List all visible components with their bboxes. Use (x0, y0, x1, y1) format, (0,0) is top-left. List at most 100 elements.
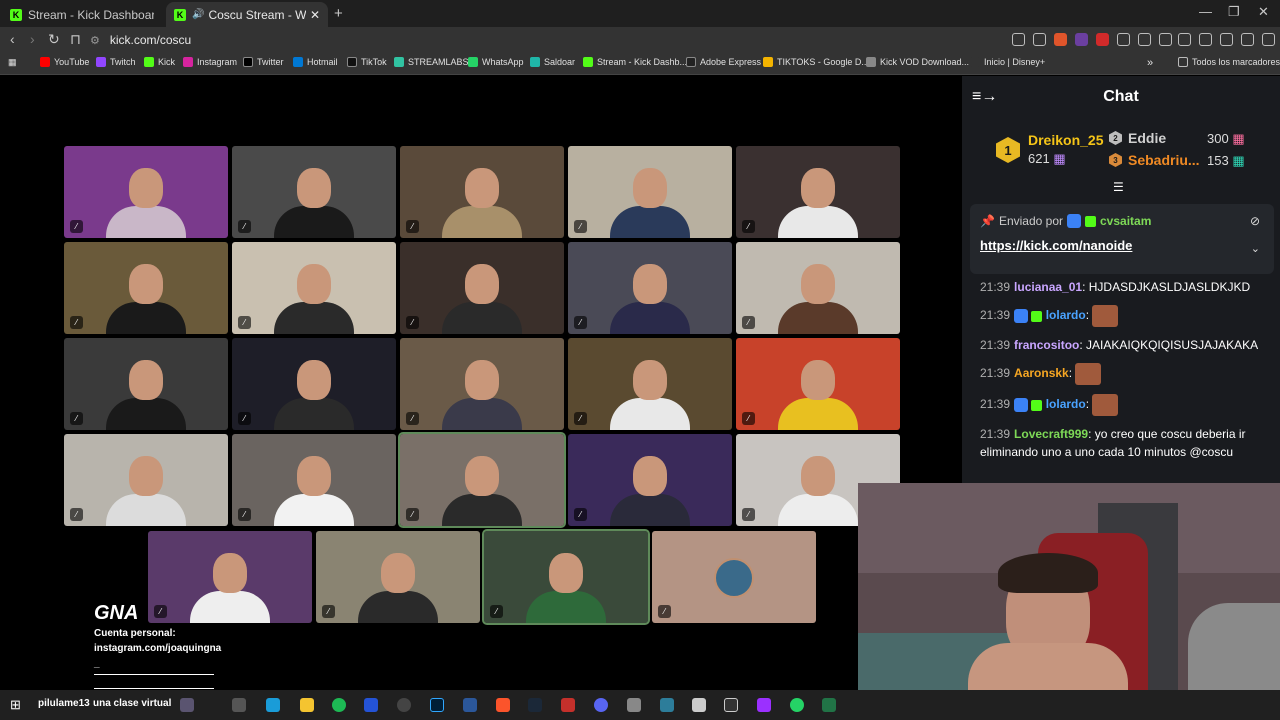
browser-actions (1178, 33, 1275, 46)
chat-messages: 21:39 lucianaa_01: HJDASDJKASLDJASLDKJKD … (980, 278, 1270, 470)
extension-icon[interactable] (1096, 33, 1109, 46)
bookmark-twitch[interactable]: Twitch (96, 57, 136, 67)
word-icon[interactable] (463, 698, 477, 712)
discord-icon[interactable] (594, 698, 608, 712)
site-info-icon[interactable]: ⚙ (90, 34, 100, 47)
all-bookmarks-folder[interactable]: Todos los marcadores (1178, 57, 1280, 67)
share-icon[interactable] (1033, 33, 1046, 46)
address-bar[interactable]: ⚙ kick.com/coscu (90, 29, 1090, 51)
bookmark-icon[interactable]: ⊓ (70, 31, 81, 48)
chat-message: 21:39 francositoo: JAIAKAIQKQIQISUSJAJAKA… (980, 338, 1259, 352)
tab-label: Coscu Stream - Watch Live on Kick (208, 7, 306, 22)
bookmark-kick-vod[interactable]: Kick VOD Download... (866, 57, 969, 67)
muted-mic-icon: ⁄ (238, 316, 251, 329)
app-icon[interactable] (627, 698, 641, 712)
chat-username[interactable]: lolardo (1046, 397, 1086, 411)
menu-icon[interactable] (1262, 33, 1275, 46)
music-icon[interactable] (1178, 33, 1191, 46)
task-view-icon[interactable] (232, 698, 246, 712)
chat-username[interactable]: Lovecraft999 (1014, 427, 1088, 441)
expand-leaderboard-icon[interactable]: ☰ (1113, 180, 1124, 194)
steam-icon[interactable] (528, 698, 542, 712)
wallet-icon[interactable] (1199, 33, 1212, 46)
spotify-icon[interactable] (332, 698, 346, 712)
file-explorer-icon[interactable] (300, 698, 314, 712)
bookmark-adobe-express[interactable]: Adobe Express (686, 57, 761, 67)
bookmark-streamlabs[interactable]: STREAMLABS (394, 57, 469, 67)
bookmark-whatsapp[interactable]: WhatsApp (468, 57, 524, 67)
overlay-line-1: Cuenta personal: (94, 628, 176, 639)
apps-grid-icon[interactable]: ▦ (8, 57, 17, 68)
participant-body (106, 398, 186, 430)
extension-icon[interactable] (1075, 33, 1088, 46)
brave-icon[interactable] (496, 698, 510, 712)
photoshop-icon[interactable] (430, 698, 444, 712)
bookmark-kick[interactable]: Kick (144, 57, 175, 67)
muted-mic-icon: ⁄ (574, 316, 587, 329)
app-icon[interactable] (266, 698, 280, 712)
app-v-icon[interactable] (364, 698, 378, 712)
capcut-icon[interactable] (724, 698, 738, 712)
extension-icon[interactable] (1117, 33, 1130, 46)
bookmark-youtube[interactable]: YouTube (40, 57, 89, 67)
chat-username[interactable]: Aaronskk (1014, 366, 1069, 380)
zoom-icon[interactable] (1012, 33, 1025, 46)
chat-username[interactable]: francositoo (1014, 338, 1079, 352)
participant-body (778, 494, 858, 526)
new-tab-button[interactable]: + (334, 5, 343, 22)
chat-username[interactable]: lucianaa_01 (1014, 280, 1082, 294)
chat-text: JAIAKAIQKQIQISUSJAJAKAKA (1086, 338, 1259, 352)
reload-icon[interactable]: ↻ (48, 31, 60, 48)
bookmark-twitter[interactable]: Twitter (243, 57, 284, 67)
app-icon[interactable] (561, 698, 575, 712)
restore-icon[interactable]: ❐ (1228, 4, 1240, 20)
bookmark-hotmail[interactable]: Hotmail (293, 57, 338, 67)
close-window-icon[interactable]: ✕ (1258, 4, 1269, 20)
chat-username[interactable]: lolardo (1046, 308, 1086, 322)
bookmark-disney[interactable]: Inicio | Disney+ (970, 57, 1045, 67)
tab-coscu-stream[interactable]: K 🔊 Coscu Stream - Watch Live on Kick ✕ (166, 2, 328, 27)
more-bookmarks-icon[interactable]: » (1147, 57, 1153, 69)
leaderboard-name-2[interactable]: Eddie (1128, 130, 1166, 146)
windows-start-icon[interactable]: ⊞ (10, 697, 21, 713)
pinned-link[interactable]: https://kick.com/nanoide (980, 238, 1132, 253)
sub-badge-icon (1085, 215, 1096, 227)
app-icon[interactable] (660, 698, 674, 712)
bookmark-instagram[interactable]: Instagram (183, 57, 237, 67)
verified-badge-icon (1067, 214, 1081, 228)
sidebar-icon[interactable] (1159, 33, 1172, 46)
app-icon[interactable] (692, 698, 706, 712)
chevron-down-icon[interactable]: ⌄ (1251, 242, 1260, 255)
tab-kick-dashboard[interactable]: K Stream - Kick Dashboard (2, 2, 162, 27)
forward-icon[interactable]: › (30, 31, 35, 47)
whatsapp-icon[interactable] (790, 698, 804, 712)
bookmark-tiktoks-drive[interactable]: TIKTOKS - Google D... (763, 57, 869, 67)
leo-icon[interactable] (1220, 33, 1233, 46)
bookmark-kick-dashboard[interactable]: Stream - Kick Dashb... (583, 57, 687, 67)
leaderboard-name-3[interactable]: Sebadriu... (1128, 152, 1200, 168)
bookmark-saldoar[interactable]: Saldoar (530, 57, 575, 67)
app-icon[interactable] (757, 698, 771, 712)
excel-icon[interactable] (822, 698, 836, 712)
pinned-author[interactable]: cvsaitam (1100, 214, 1151, 228)
bookmark-tiktok[interactable]: TikTok (347, 57, 387, 67)
obs-icon[interactable] (397, 698, 411, 712)
back-icon[interactable]: ‹ (10, 31, 15, 47)
minimize-icon[interactable]: — (1199, 4, 1212, 19)
hide-pinned-icon[interactable]: ⊘ (1250, 214, 1260, 228)
participant-body (610, 494, 690, 526)
close-tab-icon[interactable]: ✕ (310, 8, 320, 22)
participant-video-tile: ⁄ (148, 531, 312, 623)
leaderboard-name-1[interactable]: Dreikon_25 (1028, 132, 1103, 148)
stream-video-player[interactable]: ⁄ ⁄ ⁄ ⁄ ⁄ ⁄ ⁄ ⁄ ⁄ ⁄ ⁄ ⁄ ⁄ ⁄ ⁄ ⁄ ⁄ ⁄ ⁄ ⁄ ⁄ ⁄ ⁄ ⁄ (0, 76, 962, 690)
vpn-icon[interactable] (1241, 33, 1254, 46)
brave-shield-icon[interactable] (1054, 33, 1067, 46)
puzzle-icon[interactable] (1138, 33, 1151, 46)
participant-body (274, 302, 354, 334)
participant-face (297, 264, 331, 304)
participant-video-tile: ⁄ (232, 146, 396, 238)
participant-video-tile: ⁄ (568, 146, 732, 238)
avatar (714, 558, 754, 598)
verified-badge-icon (1014, 398, 1029, 412)
widget-icon[interactable] (180, 698, 194, 712)
